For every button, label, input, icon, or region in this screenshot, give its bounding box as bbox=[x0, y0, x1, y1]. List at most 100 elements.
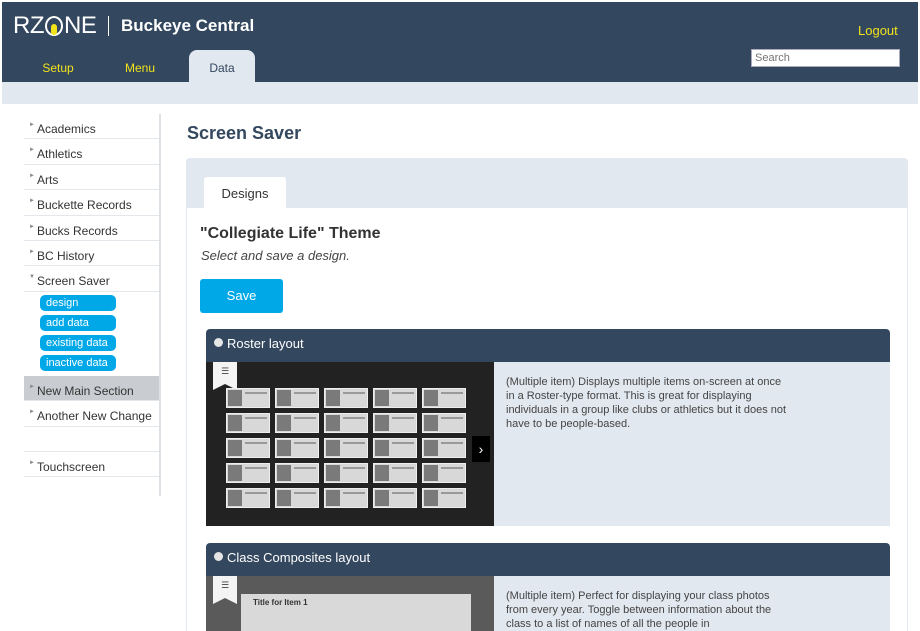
sidebar-nav: ► Academics ► Athletics ► Arts ► Buckette Re… bbox=[24, 114, 161, 496]
tab-setup[interactable]: Setup bbox=[38, 50, 78, 82]
person-silhouette-icon bbox=[228, 440, 242, 456]
roster-tile bbox=[373, 463, 417, 483]
tile-caption-line bbox=[441, 417, 463, 419]
chevron-right-icon: ► bbox=[29, 459, 35, 466]
roster-layout-body: ☰ › (Multiple item) Displays multiple it… bbox=[206, 362, 890, 526]
person-silhouette-icon bbox=[326, 440, 340, 456]
roster-tile bbox=[373, 388, 417, 408]
composite-page: Title for Item 1 bbox=[241, 594, 471, 631]
sidebar-item-bucks-records[interactable]: ► Bucks Records bbox=[24, 216, 159, 241]
person-silhouette-icon bbox=[228, 490, 242, 506]
tile-caption-line bbox=[245, 417, 267, 419]
tile-caption-line bbox=[343, 467, 365, 469]
sidebar-item-label: Another New Change bbox=[37, 409, 152, 424]
screen-saver-subitems: design add data existing data inactive d… bbox=[24, 292, 159, 376]
roster-tile bbox=[422, 488, 466, 508]
person-silhouette-icon bbox=[375, 490, 389, 506]
chevron-right-icon: ► bbox=[29, 409, 35, 416]
sidebar-item-label: Athletics bbox=[37, 147, 83, 162]
person-silhouette-icon bbox=[375, 415, 389, 431]
roster-tile bbox=[422, 438, 466, 458]
sidebar-item-bc-history[interactable]: ► BC History bbox=[24, 241, 159, 267]
tile-caption-line bbox=[441, 492, 463, 494]
tile-caption-line bbox=[392, 467, 414, 469]
chevron-right-icon: ► bbox=[29, 383, 35, 390]
roster-tile bbox=[373, 413, 417, 433]
tab-data[interactable]: Data bbox=[189, 50, 255, 82]
roster-tile bbox=[324, 413, 368, 433]
sidebar-item-another-new-change[interactable]: ► Another New Change bbox=[24, 401, 159, 427]
layout-description: (Multiple item) Perfect for displaying y… bbox=[506, 590, 772, 630]
roster-tile bbox=[422, 388, 466, 408]
sidebar-item-label: Academics bbox=[37, 122, 96, 136]
person-silhouette-icon bbox=[326, 490, 340, 506]
roster-tile bbox=[324, 388, 368, 408]
chevron-right-icon: ► bbox=[29, 198, 35, 205]
sidebar-item-screen-saver[interactable]: ▼ Screen Saver bbox=[24, 266, 159, 292]
sidebar-item-athletics[interactable]: ► Athletics bbox=[24, 139, 159, 165]
logo-divider bbox=[108, 16, 109, 36]
ribbon-icon: ☰ bbox=[213, 576, 237, 604]
subitem-design[interactable]: design bbox=[40, 294, 116, 311]
save-button[interactable]: Save bbox=[200, 279, 283, 313]
rzone-logo[interactable]: RZ NE bbox=[13, 12, 97, 40]
person-silhouette-icon bbox=[375, 440, 389, 456]
search-input[interactable] bbox=[751, 49, 900, 67]
person-silhouette-icon bbox=[228, 390, 242, 406]
header-band bbox=[2, 82, 918, 104]
next-arrow-icon: › bbox=[472, 436, 490, 462]
sidebar-item-touchscreen[interactable]: ► Touchscreen bbox=[24, 452, 159, 477]
roster-layout-header[interactable]: Roster layout bbox=[206, 329, 890, 362]
class-composites-layout-header[interactable]: Class Composites layout bbox=[206, 543, 890, 576]
chevron-right-icon: ► bbox=[29, 147, 35, 154]
sidebar-item-new-main-section[interactable]: ► New Main Section bbox=[24, 375, 159, 402]
site-title: Buckeye Central bbox=[121, 16, 255, 35]
roster-tile bbox=[422, 413, 466, 433]
page-title: Screen Saver bbox=[187, 123, 302, 143]
roster-tile bbox=[226, 463, 270, 483]
clipboard-icon: ☰ bbox=[221, 366, 230, 376]
class-composites-thumbnail[interactable]: ☰ Title for Item 1 bbox=[206, 576, 494, 631]
sidebar-item-academics[interactable]: ► Academics bbox=[24, 114, 159, 140]
class-composites-layout-card: Class Composites layout ☰ Title for Item… bbox=[206, 543, 890, 631]
person-silhouette-icon bbox=[277, 440, 291, 456]
clipboard-icon: ☰ bbox=[221, 580, 230, 590]
person-silhouette-icon bbox=[424, 440, 438, 456]
person-silhouette-icon bbox=[424, 465, 438, 481]
tile-caption-line bbox=[245, 392, 267, 394]
subitem-add-data[interactable]: add data bbox=[40, 314, 116, 331]
sidebar-item-label: New Main Section bbox=[37, 383, 134, 398]
tile-caption-line bbox=[294, 442, 316, 444]
tile-caption-line bbox=[245, 442, 267, 444]
roster-tile bbox=[226, 413, 270, 433]
tab-menu[interactable]: Menu bbox=[120, 50, 160, 82]
radio-button[interactable] bbox=[214, 552, 223, 561]
tile-caption-line bbox=[392, 417, 414, 419]
designs-panel: Designs "Collegiate Life" Theme Select a… bbox=[186, 158, 908, 631]
roster-tile bbox=[226, 388, 270, 408]
class-composites-layout-body: ☰ Title for Item 1 (Multiple item) Perfe… bbox=[206, 576, 890, 631]
subitem-existing-data[interactable]: existing data bbox=[40, 334, 116, 351]
roster-layout-thumbnail[interactable]: ☰ › bbox=[206, 362, 494, 526]
sidebar-item-buckette-records[interactable]: ► Buckette Records bbox=[24, 190, 159, 216]
tile-caption-line bbox=[343, 417, 365, 419]
tab-designs[interactable]: Designs bbox=[204, 177, 286, 209]
sidebar-item-label: Touchscreen bbox=[37, 459, 106, 474]
tile-caption-line bbox=[392, 442, 414, 444]
radio-button[interactable] bbox=[214, 338, 223, 347]
person-silhouette-icon bbox=[326, 465, 340, 481]
tile-caption-line bbox=[294, 417, 316, 419]
roster-layout-card: Roster layout ☰ › (Multiple item) Displa… bbox=[206, 329, 890, 526]
person-silhouette-icon bbox=[424, 490, 438, 506]
chevron-right-icon: ► bbox=[29, 248, 35, 255]
roster-tile bbox=[275, 463, 319, 483]
tile-caption-line bbox=[441, 392, 463, 394]
chevron-right-icon: ► bbox=[29, 172, 35, 179]
person-silhouette-icon bbox=[277, 490, 291, 506]
tile-caption-line bbox=[392, 392, 414, 394]
sidebar-item-arts[interactable]: ► Arts bbox=[24, 165, 159, 191]
logout-link[interactable]: Logout bbox=[858, 23, 898, 38]
tile-caption-line bbox=[294, 467, 316, 469]
subitem-inactive-data[interactable]: inactive data bbox=[40, 354, 116, 371]
sidebar-item-label: Arts bbox=[37, 172, 59, 187]
